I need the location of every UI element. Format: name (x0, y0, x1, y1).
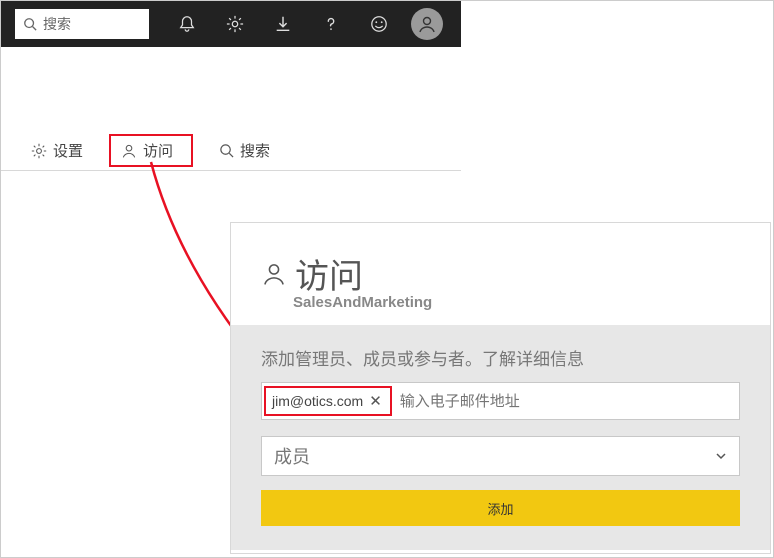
role-value: 成员 (274, 443, 310, 469)
feedback-button[interactable] (355, 1, 403, 47)
panel-body: 添加管理员、成员或参与者。了解详细信息 jim@otics.com ✕ 成员 添… (231, 325, 770, 550)
global-search-input[interactable]: 搜索 (15, 9, 149, 39)
add-button[interactable]: 添加 (261, 490, 740, 526)
download-icon (274, 15, 292, 33)
email-chip[interactable]: jim@otics.com ✕ (264, 386, 392, 416)
smiley-icon (370, 15, 388, 33)
avatar (411, 8, 443, 40)
chevron-down-icon (715, 450, 727, 462)
account-button[interactable] (403, 1, 451, 47)
search-label: 搜索 (240, 140, 270, 161)
gear-icon (31, 143, 47, 159)
access-panel: 访问 SalesAndMarketing 添加管理员、成员或参与者。了解详细信息… (230, 222, 771, 554)
access-label: 访问 (143, 140, 173, 161)
panel-header: 访问 SalesAndMarketing (231, 223, 770, 325)
access-menu-item[interactable]: 访问 (109, 134, 193, 167)
download-button[interactable] (259, 1, 307, 47)
help-button[interactable] (307, 1, 355, 47)
person-icon (417, 14, 437, 34)
role-select[interactable]: 成员 (261, 436, 740, 476)
search-icon (23, 17, 37, 31)
top-app-bar: 搜索 (1, 1, 461, 47)
chip-remove-icon[interactable]: ✕ (367, 392, 384, 410)
secondary-toolbar: 设置 访问 搜索 (1, 131, 461, 171)
settings-label: 设置 (53, 140, 83, 161)
help-icon (322, 15, 340, 33)
person-icon (261, 261, 287, 287)
settings-menu-item[interactable]: 设置 (19, 134, 95, 167)
bell-icon (178, 15, 196, 33)
notifications-button[interactable] (163, 1, 211, 47)
panel-subtitle: SalesAndMarketing (293, 294, 740, 311)
add-people-label: 添加管理员、成员或参与者。了解详细信息 (261, 345, 740, 370)
email-input[interactable] (394, 383, 739, 419)
panel-title: 访问 (295, 249, 363, 298)
search-icon (219, 143, 234, 158)
gear-icon (226, 15, 244, 33)
settings-button[interactable] (211, 1, 259, 47)
email-entry-row[interactable]: jim@otics.com ✕ (261, 382, 740, 420)
chip-text: jim@otics.com (272, 393, 363, 409)
search-menu-item[interactable]: 搜索 (207, 134, 282, 167)
add-button-label: 添加 (487, 499, 513, 518)
search-placeholder-text: 搜索 (43, 14, 71, 34)
person-icon (121, 143, 137, 159)
